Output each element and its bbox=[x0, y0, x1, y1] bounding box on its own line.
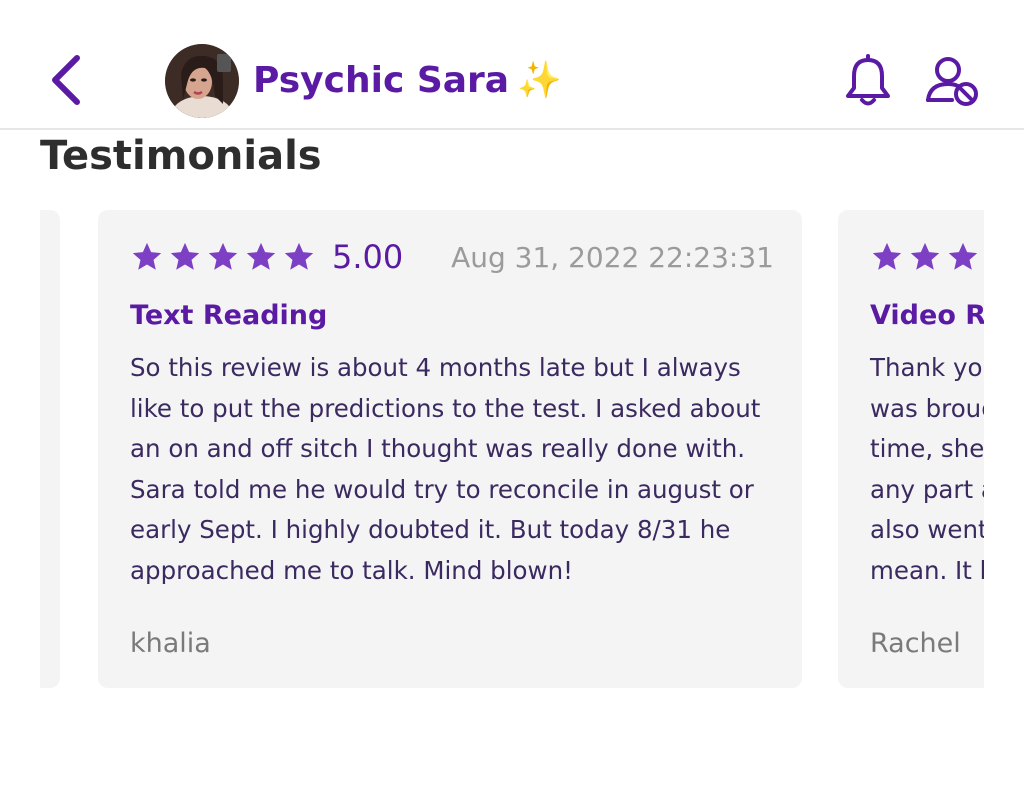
star-icon bbox=[872, 242, 902, 270]
testimonials-carousel[interactable]: 5.00 Aug 31, 2022 22:23:31 Text Reading … bbox=[40, 210, 984, 690]
star-icon bbox=[132, 242, 162, 270]
star-icon bbox=[246, 242, 276, 270]
psychic-name: Psychic Sara bbox=[253, 60, 510, 101]
avatar-image bbox=[165, 44, 239, 118]
chevron-left-icon bbox=[52, 55, 80, 105]
star-icon bbox=[284, 242, 314, 270]
bell-icon bbox=[846, 54, 890, 106]
section-title: Testimonials bbox=[40, 133, 322, 179]
user-block-icon bbox=[926, 57, 978, 106]
reading-type: Video Re bbox=[870, 300, 984, 331]
back-button[interactable] bbox=[44, 52, 88, 108]
star-icon bbox=[948, 242, 978, 270]
review-text-line: was broug bbox=[870, 393, 984, 423]
block-user-button[interactable] bbox=[924, 54, 980, 108]
testimonial-card-previous[interactable] bbox=[40, 210, 60, 688]
review-date: Aug 31, 2022 22:23:31 bbox=[451, 241, 774, 274]
review-text-line: any part a bbox=[870, 474, 984, 504]
star-icon bbox=[170, 242, 200, 270]
avatar[interactable] bbox=[165, 44, 239, 118]
review-text: Thank you was broug time, she any part a… bbox=[870, 348, 984, 592]
star-icon bbox=[910, 242, 940, 270]
page-title: Psychic Sara ✨ bbox=[253, 56, 562, 106]
app-header: Psychic Sara ✨ bbox=[0, 0, 1024, 130]
notification-button[interactable] bbox=[842, 54, 894, 108]
review-text-line: time, she bbox=[870, 434, 984, 464]
testimonial-card-next[interactable]: Video Re Thank you was broug time, she a… bbox=[838, 210, 984, 688]
review-text-line: mean. It h bbox=[870, 555, 984, 585]
sparkle-icon: ✨ bbox=[517, 60, 562, 101]
review-author: Rachel bbox=[870, 628, 961, 659]
star-rating bbox=[870, 240, 984, 274]
testimonial-card[interactable]: 5.00 Aug 31, 2022 22:23:31 Text Reading … bbox=[98, 210, 802, 688]
review-text-line: also went bbox=[870, 515, 984, 545]
rating-value: 5.00 bbox=[332, 238, 404, 276]
review-author: khalia bbox=[130, 628, 211, 659]
review-text-line: Thank you bbox=[870, 353, 984, 382]
star-rating bbox=[130, 240, 316, 274]
reading-type: Text Reading bbox=[130, 300, 328, 331]
star-icon bbox=[208, 242, 238, 270]
review-text: So this review is about 4 months late bu… bbox=[130, 353, 761, 585]
